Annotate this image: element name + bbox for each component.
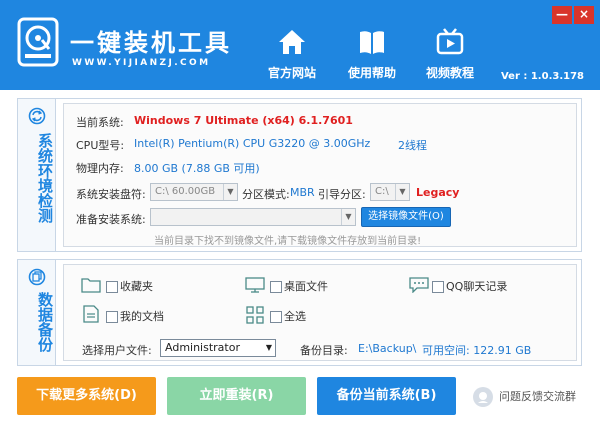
- nav-video-tutorial-label: 视频教程: [425, 66, 474, 80]
- minimize-button[interactable]: —: [552, 6, 572, 24]
- partition-mode-value: MBR: [290, 186, 315, 199]
- feedback-label: 问题反馈交流群: [499, 390, 576, 403]
- chat-bubble-icon: [473, 387, 493, 407]
- app-window: 一键装机工具 WWW.YIJIANZJ.COM 官方网站 使用帮助 视频教程 V…: [0, 0, 600, 433]
- partition-mode-label: 分区模式:: [242, 188, 290, 201]
- cpu-value: Intel(R) Pentium(R) CPU G3220 @ 3.00GHz: [134, 137, 371, 150]
- my-documents-label: 我的文档: [120, 310, 164, 323]
- feedback-group-link[interactable]: 问题反馈交流群: [473, 387, 576, 407]
- nav-video-tutorial[interactable]: 视频教程: [411, 28, 489, 81]
- download-more-systems-button[interactable]: 下载更多系统(D): [17, 377, 156, 415]
- system-check-title: 系统环境检测: [36, 133, 54, 223]
- app-logo: [16, 16, 60, 68]
- chat-icon: [409, 277, 429, 293]
- prepare-system-label: 准备安装系统:: [76, 213, 146, 226]
- favorites-option[interactable]: 收藏夹: [106, 278, 153, 294]
- monitor-icon: [245, 277, 265, 293]
- data-backup-tab: 数据备份: [18, 260, 56, 365]
- header-bar: 一键装机工具 WWW.YIJIANZJ.COM 官方网站 使用帮助 视频教程 V…: [0, 0, 600, 90]
- folder-icon: [81, 278, 101, 293]
- memory-value: 8.00 GB (7.88 GB 可用): [134, 162, 260, 175]
- desktop-files-checkbox[interactable]: [270, 281, 282, 293]
- os-label: 当前系统:: [76, 116, 124, 129]
- select-all-option[interactable]: 全选: [270, 308, 306, 324]
- cpu-threads: 2线程: [398, 139, 427, 152]
- boot-type-value: Legacy: [416, 186, 460, 199]
- qq-chat-checkbox[interactable]: [432, 281, 444, 293]
- backup-current-system-button[interactable]: 备份当前系统(B): [317, 377, 456, 415]
- boot-partition-label: 引导分区:: [318, 188, 366, 201]
- install-disk-value: C:\ 60.00GB: [155, 186, 216, 197]
- os-value: Windows 7 Ultimate (x64) 6.1.7601: [134, 114, 353, 127]
- chevron-down-icon: ▼: [395, 184, 409, 200]
- boot-partition-select[interactable]: C:\ ▼: [370, 183, 410, 201]
- memory-label: 物理内存:: [76, 162, 124, 175]
- boot-partition-value: C:\: [375, 186, 389, 197]
- grid-icon: [246, 306, 264, 324]
- nav-help-label: 使用帮助: [347, 66, 396, 80]
- chevron-down-icon: ▼: [265, 343, 272, 352]
- favorites-checkbox[interactable]: [106, 281, 118, 293]
- backup-options-box: 收藏夹 桌面文件 QQ聊天记录 我的文档 全选 选择用户文件: Administ…: [63, 264, 577, 361]
- desktop-files-option[interactable]: 桌面文件: [270, 278, 328, 294]
- user-file-label: 选择用户文件:: [82, 344, 152, 357]
- qq-chat-option[interactable]: QQ聊天记录: [432, 278, 507, 294]
- chevron-down-icon: ▼: [223, 184, 237, 200]
- user-file-value: Administrator: [165, 341, 240, 354]
- version-label: Ver : 1.0.3.178: [500, 71, 584, 82]
- install-disk-label: 系统安装盘符:: [76, 188, 146, 201]
- select-all-checkbox[interactable]: [270, 311, 282, 323]
- missing-image-hint: 当前目录下找不到镜像文件,请下载镜像文件存放到当前目录!: [154, 236, 422, 247]
- nav-official-site[interactable]: 官方网站: [253, 28, 331, 81]
- qq-chat-label: QQ聊天记录: [446, 280, 508, 293]
- desktop-files-label: 桌面文件: [284, 280, 328, 293]
- system-check-tab: 系统环境检测: [18, 99, 56, 251]
- select-all-label: 全选: [284, 310, 306, 323]
- app-website: WWW.YIJIANZJ.COM: [72, 58, 211, 68]
- close-button[interactable]: ×: [574, 6, 594, 24]
- choose-image-button[interactable]: 选择镜像文件(O): [361, 207, 451, 227]
- user-file-select[interactable]: Administrator ▼: [160, 339, 276, 357]
- my-documents-checkbox[interactable]: [106, 311, 118, 323]
- cpu-label: CPU型号:: [76, 139, 125, 152]
- install-disk-select[interactable]: C:\ 60.00GB ▼: [150, 183, 238, 201]
- image-file-select[interactable]: ▼: [150, 208, 356, 226]
- favorites-label: 收藏夹: [120, 280, 153, 293]
- nav-help[interactable]: 使用帮助: [333, 28, 411, 81]
- video-icon: [436, 28, 464, 55]
- refresh-icon: [28, 107, 46, 125]
- my-documents-option[interactable]: 我的文档: [106, 308, 164, 324]
- chevron-down-icon: ▼: [341, 209, 355, 225]
- reinstall-now-button[interactable]: 立即重装(R): [167, 377, 306, 415]
- system-check-panel: 系统环境检测 当前系统: Windows 7 Ultimate (x64) 6.…: [17, 98, 582, 252]
- system-info-box: 当前系统: Windows 7 Ultimate (x64) 6.1.7601 …: [63, 103, 577, 247]
- copy-icon: [28, 268, 46, 286]
- home-icon: [279, 30, 305, 54]
- backup-dir-label: 备份目录:: [300, 344, 348, 357]
- app-title: 一键装机工具: [70, 29, 232, 57]
- free-space-value: 可用空间: 122.91 GB: [422, 344, 532, 357]
- document-icon: [83, 305, 99, 323]
- data-backup-title: 数据备份: [36, 292, 54, 352]
- nav-official-site-label: 官方网站: [267, 66, 316, 80]
- backup-dir-value[interactable]: E:\Backup\: [358, 342, 416, 355]
- book-icon: [360, 31, 384, 54]
- data-backup-panel: 数据备份 收藏夹 桌面文件 QQ聊天记录 我的文档 全选 选择用户文件: Adm…: [17, 259, 582, 366]
